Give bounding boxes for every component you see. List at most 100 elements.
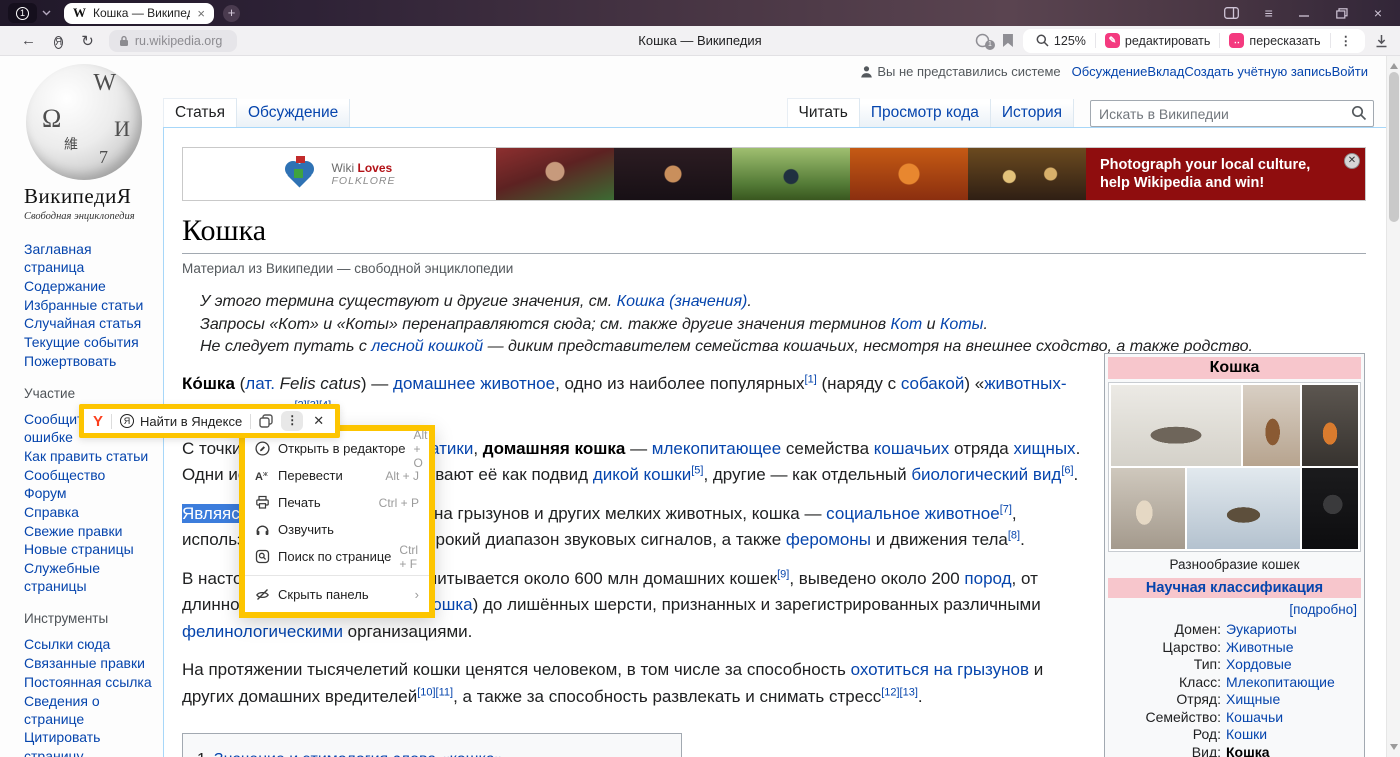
back-icon[interactable]: ← (12, 32, 45, 49)
sidebar-section-participation: Участие (24, 386, 155, 401)
sidebar-item[interactable]: Заглавная страница (24, 240, 155, 276)
wlf-banner[interactable]: Wiki Loves FOLKLORE Photograph your loca… (182, 147, 1366, 201)
sidebar-item[interactable]: Избранные статьи (24, 296, 155, 314)
sidebar-item[interactable]: Новые страницы (24, 540, 155, 558)
find-in-yandex-button[interactable]: Я Найти в Яндексе (120, 414, 242, 429)
sidebar-item[interactable]: Содержание (24, 277, 155, 295)
copy-icon[interactable] (259, 414, 273, 428)
sidebar-item[interactable]: Текущие события (24, 333, 155, 351)
personal-link[interactable]: Создать учётную запись (1184, 64, 1331, 79)
classification-value-link[interactable]: Кошка (1226, 744, 1270, 757)
menu-item-print[interactable]: Печать Ctrl + P (245, 489, 429, 516)
sidebar-item[interactable]: Справка (24, 503, 155, 521)
yandex-home-icon[interactable]: Я (45, 32, 72, 50)
toolbar-right: 1 125% ✎ редактировать ‥ пересказать ⋮ (975, 29, 1388, 53)
menu-item-speak[interactable]: Озвучить (245, 516, 429, 543)
menu-item-translate[interactable]: Aж Перевести Alt + J (245, 462, 429, 489)
retell-button[interactable]: ‥ пересказать (1219, 33, 1329, 48)
protect-icon[interactable]: 1 (975, 33, 993, 49)
hide-eye-icon (255, 587, 270, 602)
classification-row: Род: Кошки (1114, 726, 1355, 744)
search-icon[interactable] (1351, 105, 1367, 121)
search-input[interactable] (1090, 100, 1374, 127)
side-panel-icon[interactable] (1224, 7, 1239, 19)
zoom-level-button[interactable]: 125% (1027, 34, 1095, 48)
edit-page-button[interactable]: ✎ редактировать (1095, 33, 1220, 48)
cat-photo-dark-gray[interactable] (1302, 468, 1358, 549)
menu-item-open-in-editor[interactable]: Открыть в редакторе Alt + O (245, 435, 429, 462)
classification-value-link[interactable]: Эукариоты (1226, 621, 1297, 639)
folk-photo (968, 148, 1086, 200)
classification-value-link[interactable]: Кошки (1226, 726, 1267, 744)
sidebar-item[interactable]: Служебные страницы (24, 559, 155, 595)
sidebar-item[interactable]: Постоянная ссылка (24, 673, 155, 691)
sidebar-item[interactable]: Связанные правки (24, 654, 155, 672)
restore-icon[interactable] (1336, 8, 1348, 19)
browser-tab[interactable]: W Кошка — Википедия × (64, 3, 214, 24)
sidebar-item[interactable]: Ссылки сюда (24, 635, 155, 653)
sidebar-item[interactable]: Цитировать страницу (24, 728, 155, 757)
sidebar-item[interactable]: Сведения о странице (24, 692, 155, 728)
classification-row: Вид: Кошка (1114, 744, 1355, 757)
classification-header[interactable]: Научная классификация (1108, 578, 1361, 598)
editor-icon (255, 441, 270, 456)
classification-row: Отряд: Хищные (1114, 691, 1355, 709)
tab-article[interactable]: Статья (163, 98, 237, 128)
tab-close-icon[interactable]: × (197, 7, 205, 20)
retell-icon: ‥ (1229, 33, 1244, 48)
sidebar-item[interactable]: Случайная статья (24, 314, 155, 332)
popup-close-icon[interactable]: ✕ (311, 413, 326, 429)
cat-photo-snow-tabby[interactable] (1187, 468, 1300, 549)
classification-row: Семейство: Кошачьи (1114, 709, 1355, 727)
classification-value-link[interactable]: Млекопитающие (1226, 674, 1335, 692)
yandex-logo-icon[interactable]: Y (93, 413, 103, 430)
menu-item-hide-panel[interactable]: Скрыть панель › (245, 581, 429, 608)
classification-value-link[interactable]: Животные (1226, 639, 1294, 657)
sidebar-item[interactable]: Как править статьи (24, 447, 155, 465)
page-scrollbar[interactable] (1386, 56, 1400, 757)
tab-counter-button[interactable]: 1 (8, 3, 37, 23)
menu-item-find-on-page[interactable]: Поиск по странице Ctrl + F (245, 543, 429, 570)
tab-view-source[interactable]: Просмотр кода (860, 99, 991, 128)
cat-photo-siamese[interactable] (1111, 468, 1185, 549)
sidebar-item[interactable]: Свежие правки (24, 522, 155, 540)
wikipedia-globe-logo[interactable]: Ω W И 7 維 (26, 64, 142, 180)
personal-bar: Вы не представились системе ОбсуждениеВк… (860, 64, 1368, 79)
toc-item[interactable]: 1Значение и этимология слова «кошка» (197, 748, 667, 757)
cat-photo-abyssinian[interactable] (1243, 385, 1299, 466)
classification-row: Класс: Млекопитающие (1114, 674, 1355, 692)
tab-read[interactable]: Читать (787, 98, 860, 128)
wikipedia-favicon: W (73, 5, 86, 21)
classification-value-link[interactable]: Хордовые (1226, 656, 1292, 674)
wlf-logo: Wiki Loves FOLKLORE (183, 148, 496, 200)
tab-talk[interactable]: Обсуждение (237, 99, 350, 128)
browser-menu-icon[interactable]: ≡ (1265, 5, 1273, 21)
banner-close-icon[interactable]: ✕ (1344, 153, 1360, 169)
downloads-icon[interactable] (1375, 34, 1388, 48)
close-window-icon[interactable]: × (1374, 5, 1382, 21)
classification-value-link[interactable]: Хищные (1226, 691, 1280, 709)
yandex-actions-pill: 125% ✎ редактировать ‥ пересказать ⋮ (1023, 29, 1365, 53)
tabs-dropdown-chevron[interactable] (37, 8, 56, 18)
scroll-up-icon[interactable] (1390, 59, 1398, 69)
sidebar-item[interactable]: Сообщество (24, 466, 155, 484)
reload-icon[interactable]: ↻ (72, 32, 103, 50)
toolbar-more-icon[interactable]: ⋮ (1330, 33, 1362, 48)
cat-photo-orange-white[interactable] (1302, 385, 1358, 466)
sidebar-item[interactable]: Пожертвовать (24, 352, 155, 370)
detail-link[interactable]: [подробно] (1289, 602, 1357, 617)
address-bar[interactable]: ru.wikipedia.org (109, 30, 237, 52)
scroll-down-icon[interactable] (1390, 744, 1398, 754)
new-tab-button[interactable]: + (223, 5, 240, 22)
cat-photo-tabby-lying[interactable] (1111, 385, 1241, 466)
bookmark-icon[interactable] (1003, 34, 1013, 47)
personal-link[interactable]: Войти (1332, 64, 1368, 79)
scrollbar-thumb[interactable] (1389, 72, 1399, 222)
popup-more-icon[interactable]: ⋮ (281, 411, 303, 431)
minimize-icon[interactable] (1299, 8, 1310, 18)
sidebar-item[interactable]: Форум (24, 484, 155, 502)
personal-link[interactable]: Вклад (1147, 64, 1184, 79)
tab-history[interactable]: История (991, 99, 1074, 128)
classification-value-link[interactable]: Кошачьи (1226, 709, 1283, 727)
personal-link[interactable]: Обсуждение (1072, 64, 1148, 79)
